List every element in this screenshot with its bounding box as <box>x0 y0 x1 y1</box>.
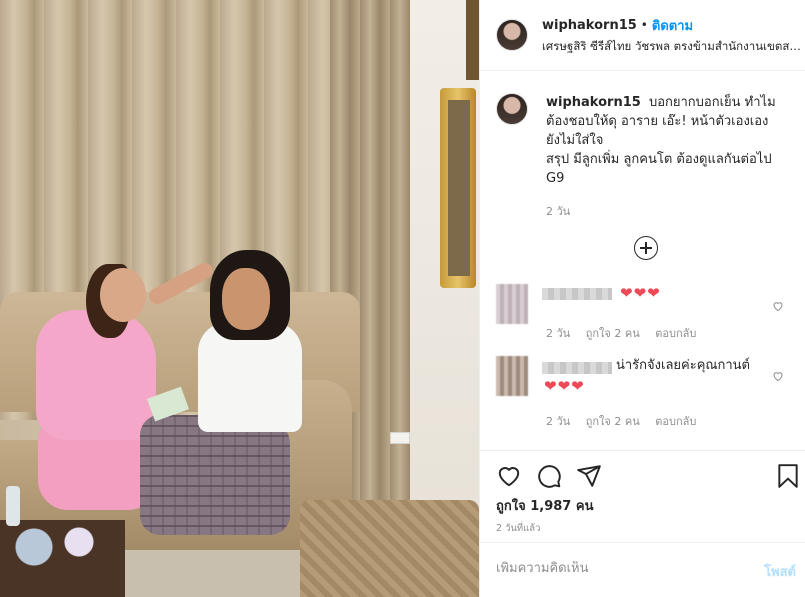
comment-input[interactable] <box>496 561 716 576</box>
caption-line: ต้องชอบให้ดุ อาราย เอ๊ะ! หน้าตัวเองเอง <box>546 114 769 129</box>
comment-likes[interactable]: ถูกใจ 2 คน <box>586 327 640 340</box>
comment-time: 2 วัน <box>546 415 571 428</box>
comment-text: ❤❤❤ <box>620 284 661 302</box>
avatar[interactable] <box>496 19 528 51</box>
reply-button[interactable]: ตอบกลับ <box>655 415 696 428</box>
username-link[interactable]: wiphakorn15 <box>542 18 637 33</box>
gold-picture-frame <box>440 88 476 288</box>
likes-count[interactable]: ถูกใจ 1,987 คน <box>496 495 593 516</box>
post-comment-button[interactable]: โพสต์ <box>764 561 796 582</box>
hearts: ❤❤❤ <box>620 284 661 302</box>
caption-line: สรุป มีลูกเพิ่ม ลูกคนโต ต้องดูแลกันต่อไป <box>546 152 772 167</box>
hearts: ❤❤❤ <box>544 377 585 395</box>
picture-frame <box>466 0 479 80</box>
comment-icon[interactable] <box>536 463 562 489</box>
comment-message: น่ารักจังเลยค่ะคุณกานต์ <box>616 358 750 373</box>
comment-likes[interactable]: ถูกใจ 2 คน <box>586 415 640 428</box>
woman-head <box>100 268 146 322</box>
comment-like-icon[interactable] <box>772 300 786 314</box>
comment-avatar[interactable] <box>496 356 528 396</box>
post-date[interactable]: 2 วันที่แล้ว <box>496 521 540 536</box>
man-pants <box>140 415 290 535</box>
comment: น่ารักจังเลยค่ะคุณกานต์ ❤❤❤ 2 วัน ถูกใจ … <box>496 356 796 432</box>
caption: wiphakorn15 บอกยากบอกเย็น ทำไม ต้องชอบให… <box>480 71 805 188</box>
comment-username-blurred[interactable] <box>542 288 612 300</box>
header-row: wiphakorn15 • ติดตาม <box>542 15 804 36</box>
comment-like-icon[interactable] <box>772 370 786 384</box>
table-items <box>4 522 104 572</box>
comment-time: 2 วัน <box>546 327 571 340</box>
add-comment-bar: โพสต์ <box>480 542 805 597</box>
comment-text: น่ารักจังเลยค่ะคุณกานต์ ❤❤❤ <box>544 356 776 398</box>
load-more-comments-icon[interactable] <box>634 236 658 260</box>
caption-avatar[interactable] <box>496 93 528 125</box>
bookmark-icon[interactable] <box>776 463 802 489</box>
header-text: wiphakorn15 • ติดตาม เศรษฐสิริ ซีรีส์ไทย… <box>542 15 804 56</box>
ottoman <box>300 500 479 597</box>
location-link[interactable]: เศรษฐสิริ ซีรีส์ไทย วัชรพล ตรงข้ามสำนักง… <box>542 38 804 56</box>
caption-line: บอกยากบอกเย็น ทำไม <box>648 95 776 110</box>
post-actions: ถูกใจ 1,987 คน 2 วันที่แล้ว <box>480 450 805 540</box>
caption-time: 2 วัน <box>546 205 571 218</box>
caption-username[interactable]: wiphakorn15 <box>546 95 641 110</box>
man-face <box>222 268 270 330</box>
separator-dot: • <box>640 18 648 32</box>
caption-line: G9 <box>546 171 565 186</box>
share-icon[interactable] <box>576 463 602 489</box>
comment-meta: 2 วัน ถูกใจ 2 คน ตอบกลับ <box>546 324 708 342</box>
heart-icon[interactable] <box>496 463 522 489</box>
comment: ❤❤❤ 2 วัน ถูกใจ 2 คน ตอบกลับ <box>496 284 796 344</box>
caption-line: ยังไม่ใส่ใจ <box>546 133 604 148</box>
follow-button[interactable]: ติดตาม <box>652 15 693 36</box>
bottle <box>6 486 20 526</box>
comment-username-blurred[interactable] <box>542 362 612 374</box>
post-panel: wiphakorn15 • ติดตาม เศรษฐสิริ ซีรีส์ไทย… <box>479 0 805 597</box>
reply-button[interactable]: ตอบกลับ <box>655 327 696 340</box>
caption-text: wiphakorn15 บอกยากบอกเย็น ทำไม ต้องชอบให… <box>546 93 789 188</box>
post-photo[interactable] <box>0 0 479 597</box>
post-header: wiphakorn15 • ติดตาม เศรษฐสิริ ซีรีส์ไทย… <box>480 0 805 71</box>
comment-meta: 2 วัน ถูกใจ 2 คน ตอบกลับ <box>546 412 708 430</box>
wall-outlet <box>390 432 410 444</box>
comment-avatar[interactable] <box>496 284 528 324</box>
